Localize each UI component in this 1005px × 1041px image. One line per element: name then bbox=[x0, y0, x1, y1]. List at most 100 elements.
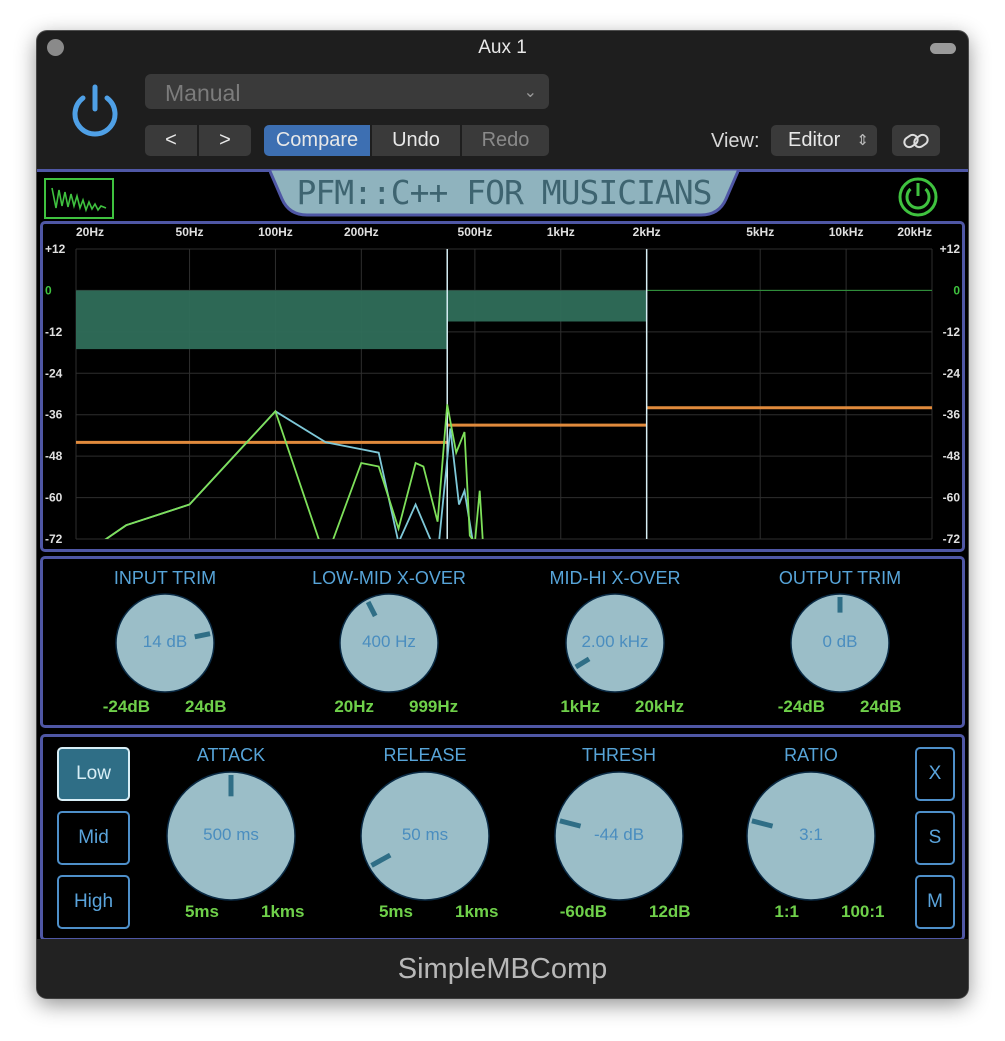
link-icon bbox=[903, 133, 929, 149]
knob-max-label: 100:1 bbox=[841, 902, 885, 921]
view-value: Editor bbox=[788, 129, 841, 151]
preset-dropdown[interactable]: Manual ⌄ bbox=[145, 74, 549, 109]
knob-max-label: 12dB bbox=[649, 902, 691, 921]
freq-label: 1kHz bbox=[547, 225, 575, 239]
freq-label: 10kHz bbox=[829, 225, 864, 239]
knob-value: 3:1 bbox=[799, 825, 823, 844]
band-button-label: High bbox=[73, 891, 114, 912]
knob-min-label: 5ms bbox=[378, 902, 413, 921]
spectrum-trace bbox=[104, 404, 484, 539]
band-high-button[interactable]: High bbox=[57, 875, 130, 929]
db-label-left: -24 bbox=[45, 366, 63, 380]
mute-m-button[interactable]: M bbox=[915, 875, 955, 929]
analyzer-toggle-button[interactable] bbox=[44, 178, 114, 219]
knob-value: -44 dB bbox=[593, 825, 645, 844]
global-bypass-button[interactable] bbox=[897, 176, 939, 223]
band-mid-button[interactable]: Mid bbox=[57, 811, 130, 865]
freq-label: 50Hz bbox=[176, 225, 204, 239]
m-label: M bbox=[927, 891, 943, 912]
power-icon bbox=[72, 84, 118, 137]
window-title: Aux 1 bbox=[478, 37, 527, 58]
knob-value: 0 dB bbox=[822, 632, 858, 651]
s-label: S bbox=[928, 827, 942, 848]
compare-button[interactable]: Compare bbox=[264, 125, 370, 156]
knob-min-label: 5ms bbox=[184, 902, 219, 921]
solo-x-button[interactable]: X bbox=[915, 747, 955, 801]
link-button[interactable] bbox=[892, 125, 940, 156]
undo-button[interactable]: Undo bbox=[372, 125, 460, 156]
band-button-label: Mid bbox=[78, 827, 109, 848]
freq-label: 20Hz bbox=[76, 225, 104, 239]
knob-min-label: 20Hz bbox=[334, 697, 374, 716]
up-down-chevron-icon: ⇕ bbox=[856, 132, 869, 149]
plugin-footer: SimpleMBComp bbox=[37, 939, 968, 998]
title-bar: Aux 1 bbox=[37, 31, 968, 63]
gain-reduction-band bbox=[447, 290, 647, 322]
knob-title: MID-HI X-OVER bbox=[549, 568, 681, 588]
db-label-right: -72 bbox=[943, 532, 961, 546]
global-controls-panel: INPUT TRIM 14 dB -24dB 24dB LOW-MID X-OVER 40… bbox=[40, 556, 965, 728]
knob-max-label: 20kHz bbox=[635, 697, 685, 716]
freq-label: 20kHz bbox=[897, 225, 932, 239]
db-label-right: +12 bbox=[940, 242, 961, 256]
knob-max-label: 24dB bbox=[185, 697, 227, 716]
db-label-left: 0 bbox=[45, 283, 52, 297]
band-low-button[interactable]: Low bbox=[57, 747, 130, 801]
knob-title: OUTPUT TRIM bbox=[778, 568, 902, 588]
db-label-left: -60 bbox=[45, 491, 63, 505]
knob-title: RATIO bbox=[784, 745, 838, 765]
redo-button[interactable]: Redo bbox=[462, 125, 549, 156]
product-name: SimpleMBComp bbox=[397, 953, 608, 985]
spectrum-analyzer: 20Hz 50Hz 100Hz 200Hz 500Hz 1kHz 2kHz 5kHz 10kHz… bbox=[45, 225, 961, 546]
band-controls-panel: Low Mid High ATTACK 500 ms 5ms 1kms RELEASE 50 … bbox=[40, 734, 965, 941]
solo-s-button[interactable]: S bbox=[915, 811, 955, 865]
bypass-power-icon bbox=[898, 177, 938, 217]
knob-title: LOW-MID X-OVER bbox=[312, 568, 466, 588]
spectrum-panel: 20Hz 50Hz 100Hz 200Hz 500Hz 1kHz 2kHz 5kHz 10kHz… bbox=[40, 221, 965, 552]
freq-label: 5kHz bbox=[746, 225, 774, 239]
knob-max-label: 1kms bbox=[455, 902, 499, 921]
knob-value: 400 Hz bbox=[362, 632, 416, 651]
spectrum-trace bbox=[104, 410, 474, 539]
db-label-right: 0 bbox=[953, 283, 960, 297]
db-label-right: -48 bbox=[943, 449, 961, 463]
spectrum-traces bbox=[104, 404, 484, 539]
db-label-left: -36 bbox=[45, 408, 63, 422]
chevron-down-icon: ⌄ bbox=[523, 84, 537, 101]
db-label-left: -72 bbox=[45, 532, 63, 546]
window-resize-button[interactable] bbox=[930, 43, 956, 54]
knob-max-label: 999Hz bbox=[409, 697, 459, 716]
waveform-icon bbox=[51, 187, 107, 213]
knob-title: INPUT TRIM bbox=[113, 568, 217, 588]
previous-preset-button[interactable]: < bbox=[145, 125, 197, 156]
banner-title: PFM::C++ FOR MUSICIANS bbox=[296, 173, 712, 212]
freq-label: 500Hz bbox=[458, 225, 493, 239]
knob-min-label: -60dB bbox=[559, 902, 607, 921]
knob-title: RELEASE bbox=[383, 745, 467, 765]
freq-label: 200Hz bbox=[344, 225, 379, 239]
band-gain-reduction bbox=[76, 249, 932, 539]
plugin-window: Aux 1 Manual ⌄ < > Compare Undo Redo Vie… bbox=[37, 31, 968, 998]
knob-title: THRESH bbox=[581, 745, 656, 765]
host-power-button[interactable] bbox=[65, 81, 125, 146]
db-label-right: -60 bbox=[943, 491, 961, 505]
next-preset-label: > bbox=[219, 129, 231, 151]
db-label-left: -12 bbox=[45, 325, 63, 339]
previous-preset-label: < bbox=[165, 129, 177, 151]
db-label-right: -24 bbox=[943, 366, 961, 380]
knob-value: 2.00 kHz bbox=[581, 632, 649, 651]
knob-min-label: 1:1 bbox=[774, 902, 799, 921]
gain-reduction-band bbox=[76, 290, 448, 350]
view-label: View: bbox=[711, 130, 760, 152]
undo-label: Undo bbox=[392, 129, 440, 151]
knob-value: 14 dB bbox=[142, 632, 188, 651]
knob-value: 500 ms bbox=[203, 825, 259, 844]
db-label-left: +12 bbox=[45, 242, 66, 256]
freq-label: 100Hz bbox=[258, 225, 293, 239]
next-preset-button[interactable]: > bbox=[199, 125, 251, 156]
band-button-label: Low bbox=[76, 763, 111, 784]
knob-min-label: -24dB bbox=[102, 697, 150, 716]
redo-label: Redo bbox=[481, 129, 530, 151]
view-dropdown[interactable]: Editor ⇕ bbox=[771, 125, 877, 156]
compare-label: Compare bbox=[275, 129, 359, 151]
